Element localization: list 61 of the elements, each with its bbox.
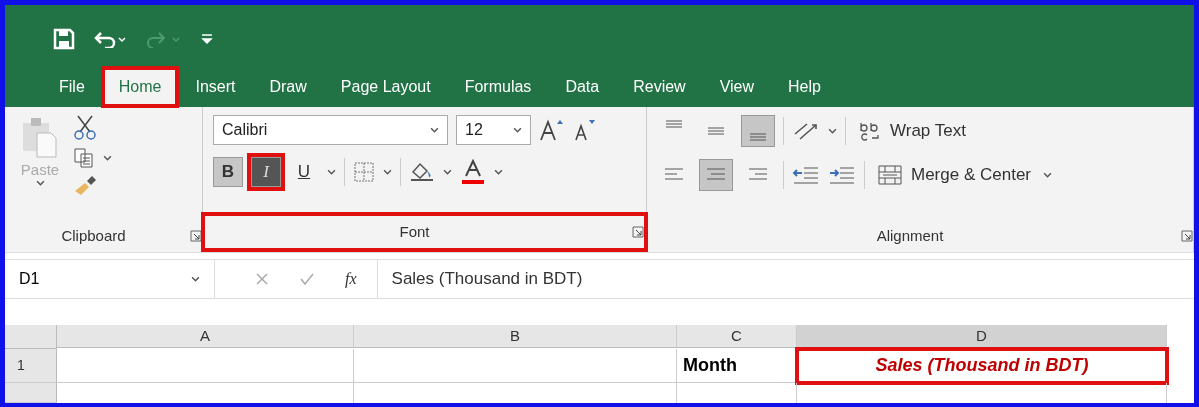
center-align-button[interactable] xyxy=(699,158,733,191)
name-box[interactable]: D1 xyxy=(5,260,215,298)
ribbon-tab[interactable]: Page Layout xyxy=(326,69,445,104)
enter-icon xyxy=(299,272,315,286)
customize-toolbar-icon[interactable] xyxy=(201,32,213,45)
dialog-launcher-icon[interactable] xyxy=(190,230,202,242)
wrap-text-button[interactable]: Wrap Text xyxy=(854,117,970,144)
ribbon-tab[interactable]: Insert xyxy=(181,69,250,104)
align-lines-icon xyxy=(663,119,685,128)
redo-icon xyxy=(147,29,183,48)
caret-icon[interactable] xyxy=(383,168,392,175)
cut-icon[interactable] xyxy=(73,114,97,141)
ribbon-tab[interactable]: Formulas xyxy=(450,69,546,104)
caret-icon[interactable] xyxy=(103,154,112,161)
dialog-launcher-icon[interactable] xyxy=(632,226,644,238)
merge-center-button[interactable]: Merge & Center xyxy=(873,161,1035,188)
column-header[interactable]: D xyxy=(797,325,1167,349)
font-size-dropdown[interactable]: 12 xyxy=(456,114,531,145)
row-header[interactable]: 1 xyxy=(5,349,57,383)
column-header[interactable]: B xyxy=(354,325,677,348)
ribbon-tab[interactable]: Data xyxy=(551,69,614,104)
ribbon-tab[interactable]: Draw xyxy=(255,69,321,104)
underline-button[interactable]: U xyxy=(289,156,319,187)
copy-icon[interactable] xyxy=(73,146,95,169)
table-cell: Sales (Thousand in BDT) xyxy=(797,349,1167,383)
caret-icon[interactable] xyxy=(1043,171,1052,178)
caret-icon[interactable] xyxy=(191,276,200,282)
bold-button[interactable]: B xyxy=(213,156,243,187)
caret-icon[interactable] xyxy=(35,179,45,186)
column-header[interactable]: A xyxy=(57,325,354,348)
dialog-launcher-icon[interactable] xyxy=(1181,230,1193,242)
ribbon-tab[interactable]: View xyxy=(705,69,769,104)
caret-icon[interactable] xyxy=(494,168,503,175)
insert-function-button[interactable]: fx xyxy=(345,270,357,288)
group-label: Font xyxy=(398,223,431,241)
table-cell: Month xyxy=(677,349,797,383)
caret-icon[interactable] xyxy=(443,168,452,175)
caret-icon[interactable] xyxy=(828,127,837,134)
column-header[interactable]: C xyxy=(677,325,797,348)
caret-icon[interactable] xyxy=(513,126,522,133)
bottom-align-button[interactable] xyxy=(741,114,775,147)
format-painter-icon[interactable] xyxy=(73,174,97,197)
merge-cells-icon xyxy=(877,163,903,186)
font-color-icon[interactable] xyxy=(460,158,486,185)
save-icon[interactable] xyxy=(53,27,75,50)
cancel-icon xyxy=(255,272,269,286)
shrink-font-icon[interactable] xyxy=(573,117,597,142)
caret-icon[interactable] xyxy=(327,168,336,175)
ribbon-tab[interactable]: Review xyxy=(619,69,700,104)
caret-icon[interactable] xyxy=(430,126,439,133)
align-lines-icon xyxy=(705,126,727,135)
ribbon-tab[interactable]: File xyxy=(45,69,99,104)
formula-field[interactable]: Sales (Thousand in BDT) xyxy=(376,260,1194,298)
undo-icon[interactable] xyxy=(93,29,129,48)
group-label: Clipboard xyxy=(60,227,127,245)
increase-indent-icon[interactable] xyxy=(828,164,856,185)
align-lines-icon xyxy=(747,132,769,141)
group-label: Alignment xyxy=(875,227,945,245)
ribbon-tab[interactable]: Help xyxy=(774,69,835,104)
font-name-dropdown[interactable]: Calibri xyxy=(213,114,448,145)
decrease-indent-icon[interactable] xyxy=(792,164,820,185)
